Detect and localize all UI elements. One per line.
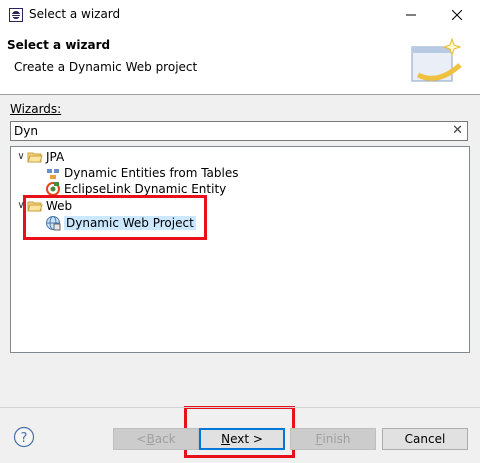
wizard-header: Select a wizard Create a Dynamic Web pro… xyxy=(0,30,480,95)
close-button[interactable] xyxy=(434,0,480,30)
help-glyph: ? xyxy=(21,431,28,446)
tree-item-label: JPA xyxy=(46,149,65,164)
cancel-label: Cancel xyxy=(404,432,446,446)
wizards-label: Wizards: xyxy=(10,102,61,116)
back-label-rest: ack xyxy=(154,432,176,446)
footer-separator xyxy=(0,407,480,408)
folder-open-icon xyxy=(27,152,43,162)
wizard-tree[interactable]: ∨ JPA Dynamic Entities from Tables Eclip… xyxy=(10,146,470,353)
tree-item-jpa[interactable]: ∨ JPA xyxy=(15,148,64,165)
wizard-filter-input[interactable]: Dyn ✕ xyxy=(10,121,468,141)
minimize-icon xyxy=(406,14,416,16)
jpa-entities-icon xyxy=(47,168,59,179)
finish-label-mnemonic: F xyxy=(315,432,323,446)
header-description: Create a Dynamic Web project xyxy=(14,60,198,74)
filter-value: Dyn xyxy=(14,124,38,138)
chevron-down-icon[interactable]: ∨ xyxy=(15,151,27,162)
wizards-label-text: Wizards: xyxy=(10,102,62,116)
next-label-mnemonic: N xyxy=(221,432,231,446)
highlight-box-web-project xyxy=(23,195,207,240)
title-bar: Select a wizard xyxy=(0,0,480,30)
wizard-banner-icon xyxy=(411,37,462,82)
back-button[interactable]: < Back xyxy=(113,428,199,450)
back-label-prefix: < xyxy=(136,432,147,446)
header-title: Select a wizard xyxy=(7,38,111,52)
tree-item-label: Dynamic Entities from Tables xyxy=(64,165,239,180)
finish-label-rest: inish xyxy=(322,432,351,446)
cancel-button[interactable]: Cancel xyxy=(382,428,468,450)
back-label-mnemonic: B xyxy=(146,432,155,446)
next-button[interactable]: Next > xyxy=(199,428,285,450)
tree-item-label: EclipseLink Dynamic Entity xyxy=(64,181,227,196)
close-icon xyxy=(452,10,462,20)
next-label-rest: ext > xyxy=(230,432,263,446)
finish-button[interactable]: Finish xyxy=(290,428,376,450)
tree-item-dynamic-entities[interactable]: Dynamic Entities from Tables xyxy=(45,164,238,181)
minimize-button[interactable] xyxy=(388,0,434,30)
help-icon[interactable]: ? xyxy=(13,426,35,448)
clear-filter-icon[interactable]: ✕ xyxy=(452,123,463,138)
eclipse-app-icon xyxy=(9,8,23,22)
window-title: Select a wizard xyxy=(29,7,121,21)
